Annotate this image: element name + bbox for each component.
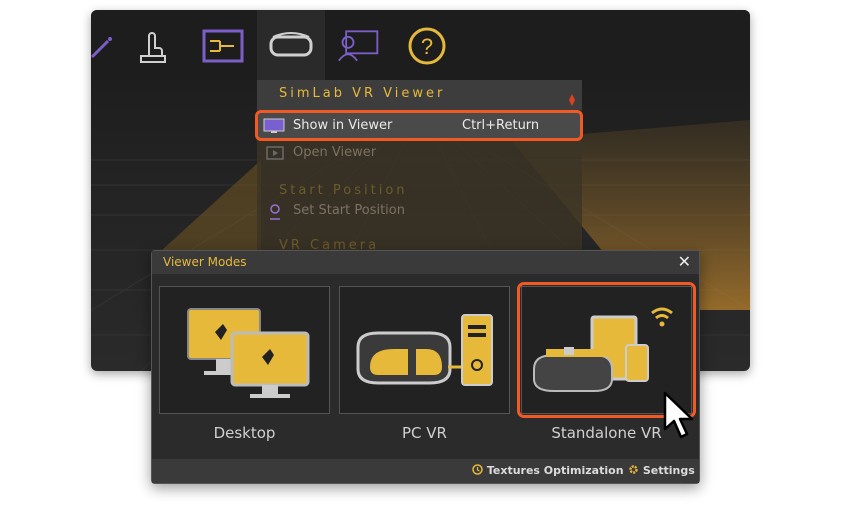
vr-headset-icon[interactable] — [269, 24, 313, 68]
main-toolbar: ? — [91, 10, 750, 80]
menu-title: SimLab VR Viewer — [279, 86, 446, 101]
svg-text:?: ? — [421, 34, 433, 59]
help-icon[interactable]: ? — [405, 24, 449, 68]
vr-viewer-menu: SimLab VR Viewer Open Viewer Start Posit… — [257, 80, 582, 260]
dialog-footer: Textures Optimization Settings — [152, 459, 699, 483]
path-flow-icon[interactable] — [201, 24, 245, 68]
wand-icon[interactable] — [91, 24, 125, 68]
gear-icon — [629, 465, 638, 474]
dialog-titlebar: Viewer Modes ✕ — [152, 251, 699, 274]
dialog-title: Viewer Modes — [163, 255, 247, 269]
mouse-cursor-icon — [663, 391, 694, 439]
mode-card-pc-vr[interactable] — [339, 286, 510, 414]
mode-card-desktop[interactable] — [159, 286, 330, 414]
pc-vr-label: PC VR — [402, 424, 447, 442]
start-position-section: Start Position — [279, 183, 408, 198]
set-start-position-label: Set Start Position — [293, 203, 405, 218]
play-icon — [266, 146, 284, 160]
desktop-label: Desktop — [213, 424, 276, 442]
textures-optimization-link[interactable]: Textures Optimization — [472, 464, 624, 477]
open-viewer-label: Open Viewer — [293, 145, 377, 160]
desktop-monitors-icon — [187, 308, 310, 398]
menu-item-show-in-viewer[interactable]: Show in Viewer Ctrl+Return — [255, 110, 583, 141]
pc-vr-icon — [356, 314, 493, 386]
settings-label: Settings — [642, 464, 695, 477]
menu-item-set-start-position[interactable]: Set Start Position — [257, 198, 582, 225]
presentation-icon[interactable] — [337, 24, 381, 68]
show-in-viewer-shortcut: Ctrl+Return — [462, 118, 540, 133]
viewer-modes-dialog: Viewer Modes ✕ Desktop PC VR Standalone … — [151, 250, 700, 484]
pin-icon[interactable] — [566, 92, 578, 106]
menu-item-open-viewer[interactable]: Open Viewer — [257, 140, 582, 167]
settings-link[interactable]: Settings — [628, 464, 695, 477]
show-in-viewer-label: Show in Viewer — [293, 118, 393, 133]
monitor-icon — [263, 118, 285, 133]
hand-touch-icon[interactable] — [131, 24, 175, 68]
location-pin-icon — [270, 204, 280, 220]
close-icon[interactable]: ✕ — [678, 252, 691, 271]
textures-optimization-label: Textures Optimization — [486, 464, 624, 477]
menu-header: SimLab VR Viewer — [257, 80, 582, 110]
clock-icon — [472, 464, 483, 475]
